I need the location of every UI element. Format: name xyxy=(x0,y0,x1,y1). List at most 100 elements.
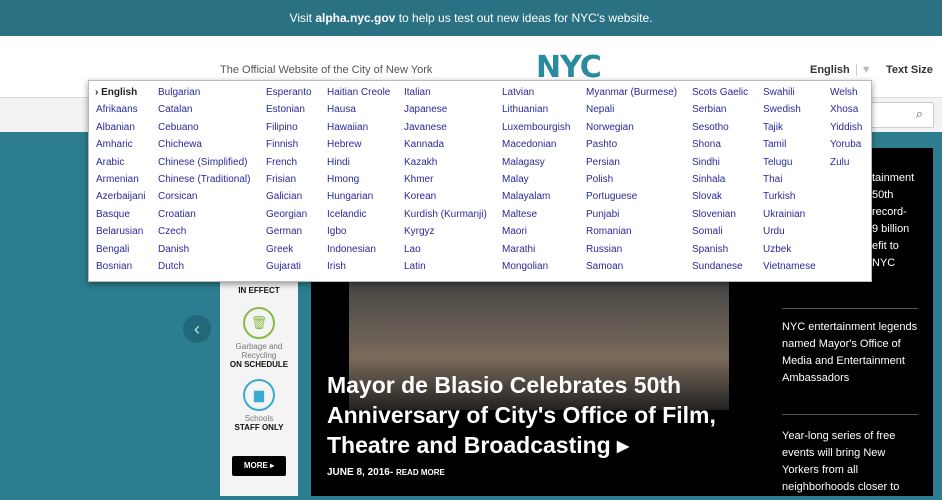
read-more-link[interactable]: READ MORE xyxy=(396,468,445,477)
language-option[interactable]: › English xyxy=(95,87,137,98)
language-option[interactable]: Czech xyxy=(158,226,186,237)
language-option[interactable]: Italian xyxy=(404,87,431,98)
language-option[interactable]: German xyxy=(266,226,302,237)
language-option[interactable]: Igbo xyxy=(327,226,346,237)
language-option[interactable]: Latin xyxy=(404,261,426,272)
language-option[interactable]: Lithuanian xyxy=(502,104,548,115)
language-option[interactable]: Indonesian xyxy=(327,244,376,255)
language-option[interactable]: Vietnamese xyxy=(763,261,816,272)
hero-story[interactable]: Mayor de Blasio Celebrates 50th Annivers… xyxy=(311,280,771,496)
language-option[interactable]: Welsh xyxy=(830,87,858,98)
language-option[interactable]: Marathi xyxy=(502,244,535,255)
language-option[interactable]: Pashto xyxy=(586,139,617,150)
language-option[interactable]: Corsican xyxy=(158,191,197,202)
language-option[interactable]: Hungarian xyxy=(327,191,373,202)
language-option[interactable]: Malay xyxy=(502,174,529,185)
language-option[interactable]: Finnish xyxy=(266,139,298,150)
language-option[interactable]: Tajik xyxy=(763,122,783,133)
language-option[interactable]: Frisian xyxy=(266,174,296,185)
language-option[interactable]: Albanian xyxy=(96,122,135,133)
language-option[interactable]: Swahili xyxy=(763,87,795,98)
language-option[interactable]: Catalan xyxy=(158,104,192,115)
language-option[interactable]: Yiddish xyxy=(830,122,862,133)
language-option[interactable]: Sesotho xyxy=(692,122,729,133)
language-option[interactable]: Latvian xyxy=(502,87,534,98)
language-option[interactable]: Samoan xyxy=(586,261,623,272)
carousel-prev-button[interactable]: ‹ xyxy=(183,315,211,343)
language-option[interactable]: Bosnian xyxy=(96,261,132,272)
language-option[interactable]: Esperanto xyxy=(266,87,312,98)
language-option[interactable]: Chinese (Simplified) xyxy=(158,157,247,168)
language-option[interactable]: Sindhi xyxy=(692,157,720,168)
language-option[interactable]: Amharic xyxy=(96,139,133,150)
language-option[interactable]: Uzbek xyxy=(763,244,791,255)
language-option[interactable]: Kannada xyxy=(404,139,444,150)
language-option[interactable]: Romanian xyxy=(586,226,632,237)
language-option[interactable]: Portuguese xyxy=(586,191,637,202)
language-option[interactable]: Hindi xyxy=(327,157,350,168)
language-option[interactable]: Polish xyxy=(586,174,613,185)
language-option[interactable]: Spanish xyxy=(692,244,728,255)
language-option[interactable]: Slovak xyxy=(692,191,722,202)
language-option[interactable]: Nepali xyxy=(586,104,614,115)
language-option[interactable]: Chinese (Traditional) xyxy=(158,174,250,185)
language-option[interactable]: Icelandic xyxy=(327,209,366,220)
language-option[interactable]: Scots Gaelic xyxy=(692,87,748,98)
language-option[interactable]: Arabic xyxy=(96,157,124,168)
text-size-button[interactable]: Text Size xyxy=(886,64,933,76)
language-selector[interactable]: English ▼ xyxy=(810,64,872,76)
language-option[interactable]: Japanese xyxy=(404,104,447,115)
language-option[interactable]: Belarusian xyxy=(96,226,143,237)
language-option[interactable]: Somali xyxy=(692,226,723,237)
language-option[interactable]: Basque xyxy=(96,209,130,220)
language-option[interactable]: Slovenian xyxy=(692,209,736,220)
language-option[interactable]: Bengali xyxy=(96,244,129,255)
language-option[interactable]: Hebrew xyxy=(327,139,361,150)
language-option[interactable]: Javanese xyxy=(404,122,447,133)
garbage-status[interactable]: 🗑 Garbage and Recycling ON SCHEDULE xyxy=(220,307,298,369)
language-option[interactable]: Tamil xyxy=(763,139,786,150)
language-option[interactable]: Yoruba xyxy=(830,139,861,150)
schools-status[interactable]: ▆ Schools STAFF ONLY xyxy=(220,379,298,432)
language-option[interactable]: Irish xyxy=(327,261,346,272)
language-option[interactable]: Ukrainian xyxy=(763,209,805,220)
language-option[interactable]: Filipino xyxy=(266,122,298,133)
language-option[interactable]: Danish xyxy=(158,244,189,255)
language-option[interactable]: Croatian xyxy=(158,209,196,220)
language-option[interactable]: Mongolian xyxy=(502,261,548,272)
language-option[interactable]: Norwegian xyxy=(586,122,634,133)
language-option[interactable]: Hmong xyxy=(327,174,359,185)
language-option[interactable]: Swedish xyxy=(763,104,801,115)
more-button[interactable]: MORE ▸ xyxy=(232,456,286,476)
language-option[interactable]: Kurdish (Kurmanji) xyxy=(404,209,487,220)
language-option[interactable]: Armenian xyxy=(96,174,139,185)
language-option[interactable]: Turkish xyxy=(763,191,795,202)
language-option[interactable]: Dutch xyxy=(158,261,184,272)
language-option[interactable]: Estonian xyxy=(266,104,305,115)
language-option[interactable]: Persian xyxy=(586,157,620,168)
language-option[interactable]: Myanmar (Burmese) xyxy=(586,87,677,98)
language-option[interactable]: Afrikaans xyxy=(96,104,138,115)
language-option[interactable]: French xyxy=(266,157,297,168)
language-option[interactable]: Hawaiian xyxy=(327,122,368,133)
language-option[interactable]: Urdu xyxy=(763,226,785,237)
language-option[interactable]: Malayalam xyxy=(502,191,550,202)
news-item[interactable]: NYC entertainment legends named Mayor's … xyxy=(782,319,918,387)
language-option[interactable]: Georgian xyxy=(266,209,307,220)
language-option[interactable]: Maltese xyxy=(502,209,537,220)
language-option[interactable]: Chichewa xyxy=(158,139,202,150)
language-option[interactable]: Punjabi xyxy=(586,209,619,220)
language-option[interactable]: Sinhala xyxy=(692,174,725,185)
language-option[interactable]: Azerbaijani xyxy=(96,191,145,202)
language-option[interactable]: Gujarati xyxy=(266,261,301,272)
language-option[interactable]: Telugu xyxy=(763,157,792,168)
language-option[interactable]: Cebuano xyxy=(158,122,199,133)
language-option[interactable]: Sundanese xyxy=(692,261,743,272)
language-option[interactable]: Maori xyxy=(502,226,527,237)
language-option[interactable]: Lao xyxy=(404,244,421,255)
language-option[interactable]: Greek xyxy=(266,244,293,255)
search-icon[interactable]: ⌕ xyxy=(916,106,923,122)
language-option[interactable]: Macedonian xyxy=(502,139,556,150)
language-option[interactable]: Luxembourgish xyxy=(502,122,570,133)
news-item[interactable]: Year-long series of free events will bri… xyxy=(782,428,918,496)
